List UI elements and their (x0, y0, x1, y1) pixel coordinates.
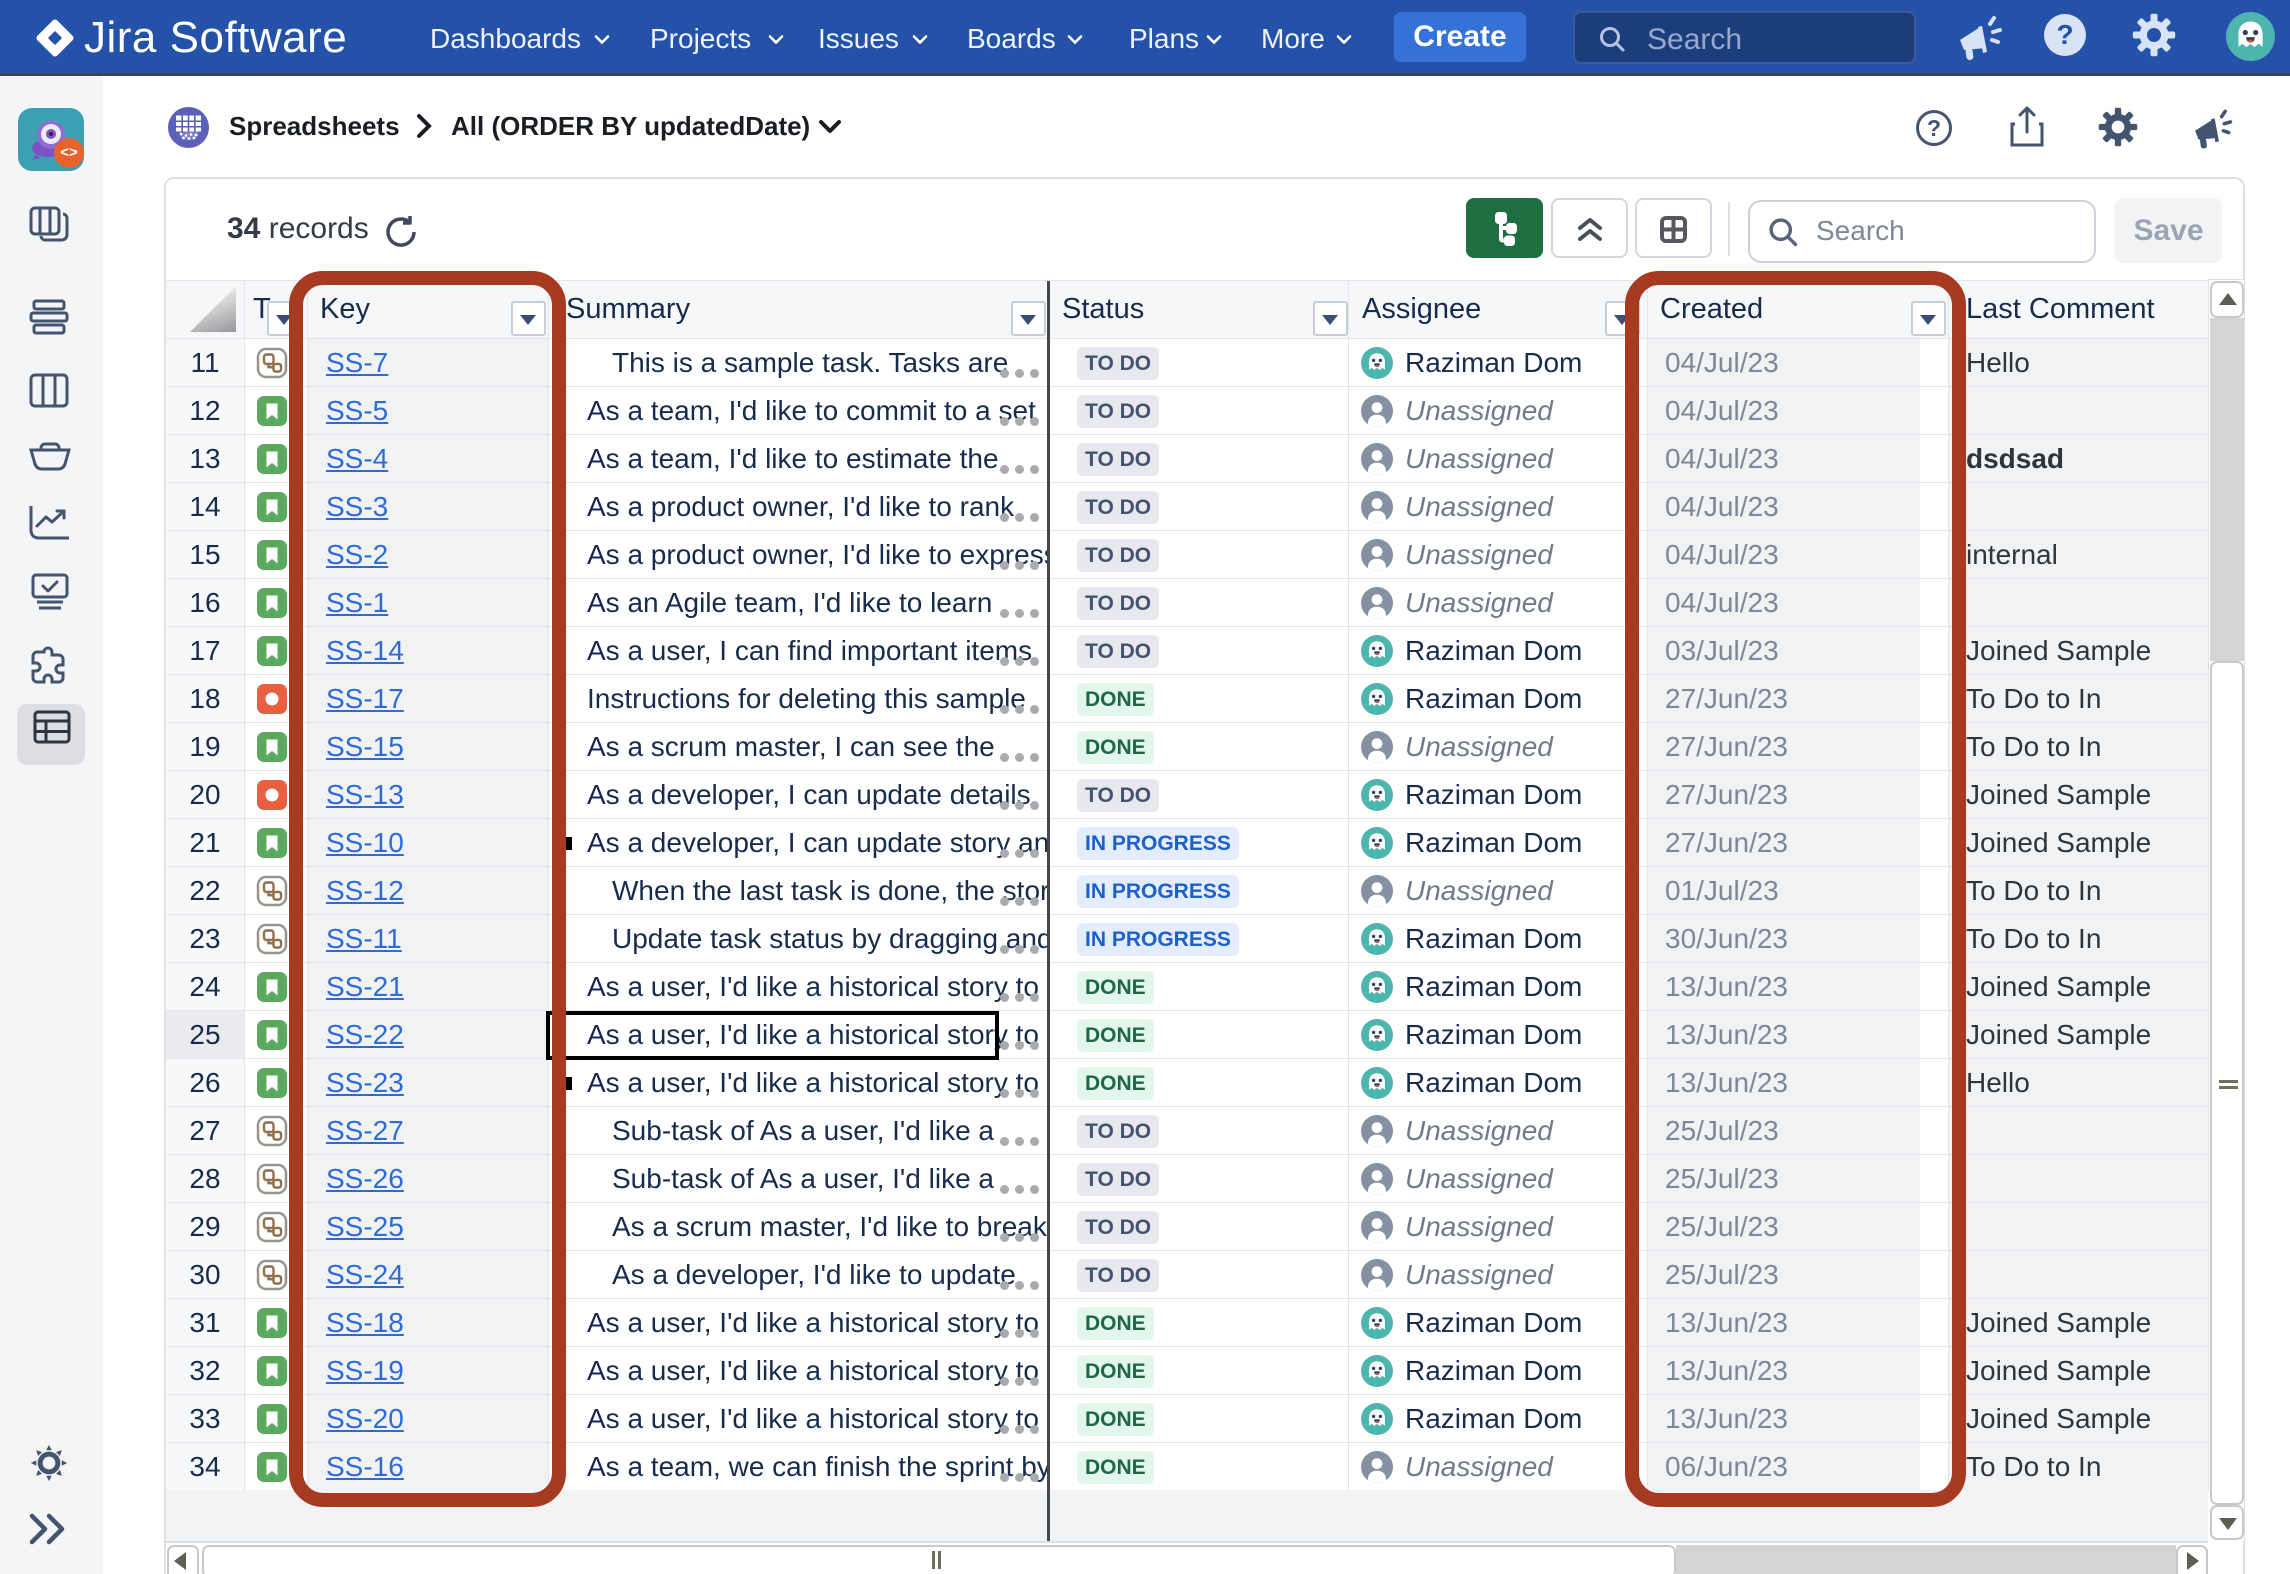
svg-text:?: ? (1927, 115, 1941, 141)
svg-text:?: ? (2056, 19, 2073, 50)
